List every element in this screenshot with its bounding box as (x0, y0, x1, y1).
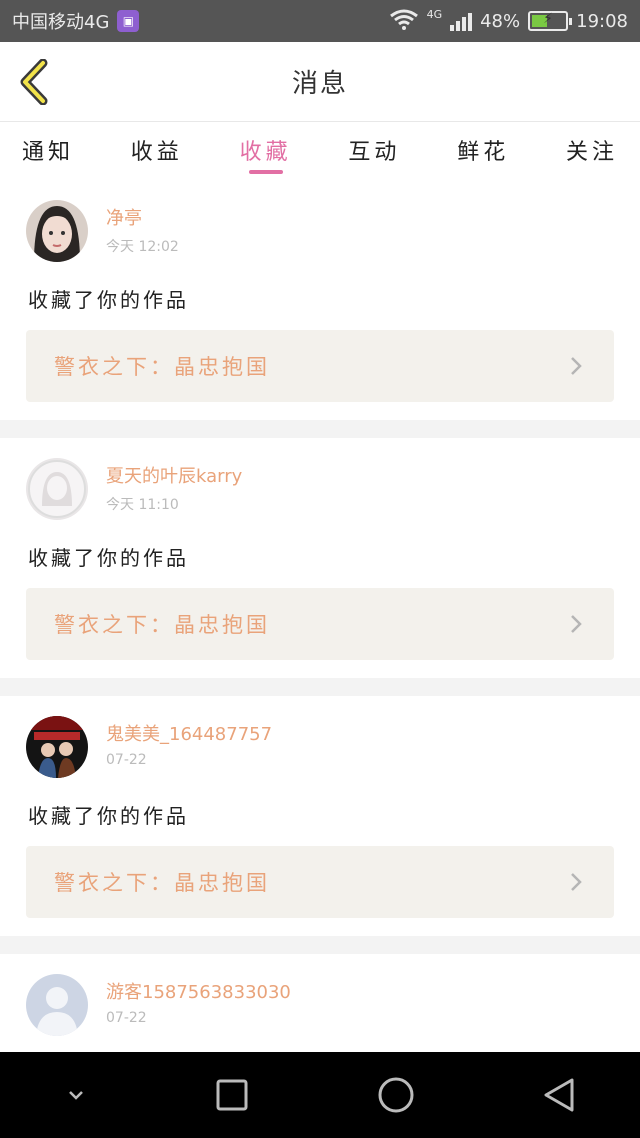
user-name[interactable]: 净亭 (106, 204, 142, 230)
signal-icon (450, 11, 473, 31)
active-tab-indicator (248, 170, 283, 174)
action-text: 收藏了你的作品 (28, 546, 189, 570)
user-name[interactable]: 夏天的叶辰karry (106, 462, 242, 488)
timestamp: 今天 12:02 (106, 239, 179, 255)
network-type-label: 4G (426, 7, 443, 21)
list-item: 夏天的叶辰karry 今天 11:10 收藏了你的作品 警衣之下：晶忠抱国 (0, 438, 640, 678)
action-text: 收藏了你的作品 (28, 288, 189, 312)
tab-favorites[interactable]: 收藏 (240, 122, 292, 178)
timestamp: 07-22 (106, 1010, 147, 1026)
tab-label: 收益 (130, 140, 183, 165)
list-item: 游客1587563833030 07-22 (0, 954, 640, 1052)
square-icon[interactable] (215, 1078, 249, 1112)
tab-flowers[interactable]: 鲜花 (457, 122, 509, 178)
wifi-icon (389, 8, 419, 35)
tab-earnings[interactable]: 收益 (131, 122, 183, 178)
work-link[interactable]: 警衣之下：晶忠抱国 (26, 330, 614, 402)
back-button[interactable] (14, 58, 54, 106)
tab-interactions[interactable]: 互动 (348, 122, 400, 178)
avatar[interactable] (26, 200, 88, 262)
chevron-right-icon (571, 615, 582, 633)
work-link[interactable]: 警衣之下：晶忠抱国 (26, 588, 614, 660)
tab-following[interactable]: 关注 (566, 122, 618, 178)
timestamp: 07-22 (106, 752, 147, 768)
avatar[interactable] (26, 974, 88, 1036)
tab-label: 关注 (565, 140, 618, 165)
triangle-back-icon[interactable] (542, 1077, 576, 1113)
message-list[interactable]: 净亭 今天 12:02 收藏了你的作品 警衣之下：晶忠抱国 夏天的叶辰karry… (0, 180, 640, 1052)
tab-bar: 通知 收益 收藏 互动 鲜花 关注 (0, 122, 640, 178)
tab-label: 通知 (22, 140, 75, 165)
status-bar: 中国移动4G ▣ 4G 48% ⚡ 19:08 (0, 0, 640, 42)
user-name[interactable]: 游客1587563833030 (106, 978, 291, 1004)
tab-notifications[interactable]: 通知 (22, 122, 74, 178)
tab-label: 收藏 (239, 140, 292, 165)
gallery-notification-icon: ▣ (117, 10, 140, 32)
page-title: 消息 (291, 69, 348, 99)
back-chevron-icon (20, 59, 48, 105)
clock: 19:08 (576, 10, 628, 32)
user-name[interactable]: 鬼美美_164487757 (106, 720, 272, 746)
carrier-label: 中国移动4G (12, 12, 110, 33)
action-text: 收藏了你的作品 (28, 804, 189, 828)
list-item: 净亭 今天 12:02 收藏了你的作品 警衣之下：晶忠抱国 (0, 180, 640, 420)
battery-percent: 48% (480, 10, 521, 32)
list-item: 鬼美美_164487757 07-22 收藏了你的作品 警衣之下：晶忠抱国 (0, 696, 640, 936)
system-navigation-bar (0, 1052, 640, 1138)
avatar[interactable] (26, 716, 88, 778)
chevron-right-icon (571, 357, 582, 375)
chevron-down-icon[interactable] (64, 1083, 88, 1107)
chevron-right-icon (571, 873, 582, 891)
tab-label: 互动 (348, 140, 401, 165)
work-title: 警衣之下：晶忠抱国 (54, 871, 270, 895)
work-link[interactable]: 警衣之下：晶忠抱国 (26, 846, 614, 918)
circle-icon[interactable] (377, 1076, 415, 1114)
work-title: 警衣之下：晶忠抱国 (54, 613, 270, 637)
tab-label: 鲜花 (457, 140, 510, 165)
battery-icon: ⚡ (528, 11, 573, 31)
top-bar: 消息 (0, 42, 640, 122)
work-title: 警衣之下：晶忠抱国 (54, 355, 270, 379)
timestamp: 今天 11:10 (106, 497, 179, 513)
avatar[interactable] (26, 458, 88, 520)
